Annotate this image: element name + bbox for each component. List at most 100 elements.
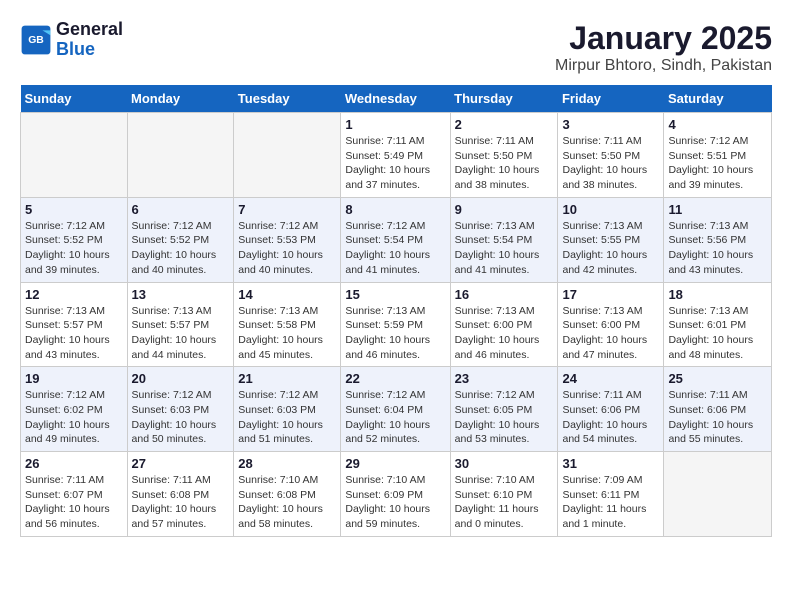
day-info: Sunrise: 7:12 AM Sunset: 6:05 PM Dayligh… xyxy=(455,388,554,447)
day-info: Sunrise: 7:11 AM Sunset: 6:08 PM Dayligh… xyxy=(132,473,230,532)
table-row: 31 Sunrise: 7:09 AM Sunset: 6:11 PM Dayli… xyxy=(558,452,664,537)
day-info: Sunrise: 7:11 AM Sunset: 5:49 PM Dayligh… xyxy=(345,134,445,193)
table-row: 2 Sunrise: 7:11 AM Sunset: 5:50 PM Daylig… xyxy=(450,113,558,198)
day-number: 24 xyxy=(562,371,659,386)
day-info: Sunrise: 7:13 AM Sunset: 5:54 PM Dayligh… xyxy=(455,219,554,278)
col-friday: Friday xyxy=(558,85,664,113)
day-info: Sunrise: 7:12 AM Sunset: 5:52 PM Dayligh… xyxy=(132,219,230,278)
day-info: Sunrise: 7:10 AM Sunset: 6:08 PM Dayligh… xyxy=(238,473,336,532)
day-info: Sunrise: 7:13 AM Sunset: 6:00 PM Dayligh… xyxy=(562,304,659,363)
day-number: 2 xyxy=(455,117,554,132)
day-info: Sunrise: 7:11 AM Sunset: 6:06 PM Dayligh… xyxy=(668,388,767,447)
page-title: January 2025 xyxy=(555,20,772,57)
day-info: Sunrise: 7:13 AM Sunset: 5:57 PM Dayligh… xyxy=(132,304,230,363)
col-tuesday: Tuesday xyxy=(234,85,341,113)
calendar-week-row: 12 Sunrise: 7:13 AM Sunset: 5:57 PM Dayli… xyxy=(21,282,772,367)
day-info: Sunrise: 7:13 AM Sunset: 5:55 PM Dayligh… xyxy=(562,219,659,278)
calendar-header-row: Sunday Monday Tuesday Wednesday Thursday… xyxy=(21,85,772,113)
table-row: 19 Sunrise: 7:12 AM Sunset: 6:02 PM Dayli… xyxy=(21,367,128,452)
day-info: Sunrise: 7:12 AM Sunset: 6:03 PM Dayligh… xyxy=(238,388,336,447)
table-row: 30Sunrise: 7:10 AM Sunset: 6:10 PM Dayli… xyxy=(450,452,558,537)
table-row: 3 Sunrise: 7:11 AM Sunset: 5:50 PM Daylig… xyxy=(558,113,664,198)
calendar-week-row: 1 Sunrise: 7:11 AM Sunset: 5:49 PM Daylig… xyxy=(21,113,772,198)
col-thursday: Thursday xyxy=(450,85,558,113)
day-number: 29 xyxy=(345,456,445,471)
day-number: 23 xyxy=(455,371,554,386)
table-row: 26Sunrise: 7:11 AM Sunset: 6:07 PM Dayli… xyxy=(21,452,128,537)
day-number: 11 xyxy=(668,202,767,217)
day-number: 14 xyxy=(238,287,336,302)
table-row: 17 Sunrise: 7:13 AM Sunset: 6:00 PM Dayli… xyxy=(558,282,664,367)
day-info: Sunrise: 7:13 AM Sunset: 5:58 PM Dayligh… xyxy=(238,304,336,363)
day-number: 28 xyxy=(238,456,336,471)
day-number: 1 xyxy=(345,117,445,132)
table-row: 28 Sunrise: 7:10 AM Sunset: 6:08 PM Dayli… xyxy=(234,452,341,537)
day-number: 9 xyxy=(455,202,554,217)
table-row: 15 Sunrise: 7:13 AM Sunset: 5:59 PM Dayli… xyxy=(341,282,450,367)
day-info: Sunrise: 7:13 AM Sunset: 5:56 PM Dayligh… xyxy=(668,219,767,278)
table-row: 11 Sunrise: 7:13 AM Sunset: 5:56 PM Dayli… xyxy=(664,197,772,282)
col-monday: Monday xyxy=(127,85,234,113)
day-number: 31 xyxy=(562,456,659,471)
day-number: 22 xyxy=(345,371,445,386)
day-info: Sunrise: 7:12 AM Sunset: 5:51 PM Dayligh… xyxy=(668,134,767,193)
day-info: Sunrise: 7:12 AM Sunset: 6:04 PM Dayligh… xyxy=(345,388,445,447)
table-row: 29Sunrise: 7:10 AM Sunset: 6:09 PM Dayli… xyxy=(341,452,450,537)
title-block: January 2025 Mirpur Bhtoro, Sindh, Pakis… xyxy=(555,20,772,75)
day-number: 15 xyxy=(345,287,445,302)
table-row: 5Sunrise: 7:12 AM Sunset: 5:52 PM Daylig… xyxy=(21,197,128,282)
day-number: 13 xyxy=(132,287,230,302)
col-sunday: Sunday xyxy=(21,85,128,113)
table-row: 13 Sunrise: 7:13 AM Sunset: 5:57 PM Dayli… xyxy=(127,282,234,367)
day-info: Sunrise: 7:12 AM Sunset: 6:02 PM Dayligh… xyxy=(25,388,123,447)
logo: GB General Blue xyxy=(20,20,123,60)
table-row: 22 Sunrise: 7:12 AM Sunset: 6:04 PM Dayli… xyxy=(341,367,450,452)
col-wednesday: Wednesday xyxy=(341,85,450,113)
col-saturday: Saturday xyxy=(664,85,772,113)
day-number: 27 xyxy=(132,456,230,471)
table-row: 4Sunrise: 7:12 AM Sunset: 5:51 PM Daylig… xyxy=(664,113,772,198)
table-row xyxy=(234,113,341,198)
calendar-week-row: 19 Sunrise: 7:12 AM Sunset: 6:02 PM Dayli… xyxy=(21,367,772,452)
table-row: 23 Sunrise: 7:12 AM Sunset: 6:05 PM Dayli… xyxy=(450,367,558,452)
day-number: 10 xyxy=(562,202,659,217)
day-number: 17 xyxy=(562,287,659,302)
table-row xyxy=(664,452,772,537)
table-row: 27 Sunrise: 7:11 AM Sunset: 6:08 PM Dayli… xyxy=(127,452,234,537)
day-info: Sunrise: 7:13 AM Sunset: 5:57 PM Dayligh… xyxy=(25,304,123,363)
day-info: Sunrise: 7:12 AM Sunset: 5:52 PM Dayligh… xyxy=(25,219,123,278)
table-row: 24 Sunrise: 7:11 AM Sunset: 6:06 PM Dayli… xyxy=(558,367,664,452)
day-info: Sunrise: 7:11 AM Sunset: 5:50 PM Dayligh… xyxy=(562,134,659,193)
table-row: 16Sunrise: 7:13 AM Sunset: 6:00 PM Dayli… xyxy=(450,282,558,367)
page-header: GB General Blue January 2025 Mirpur Bhto… xyxy=(20,20,772,75)
page-subtitle: Mirpur Bhtoro, Sindh, Pakistan xyxy=(555,57,772,75)
table-row: 6Sunrise: 7:12 AM Sunset: 5:52 PM Daylig… xyxy=(127,197,234,282)
calendar-week-row: 26Sunrise: 7:11 AM Sunset: 6:07 PM Dayli… xyxy=(21,452,772,537)
day-info: Sunrise: 7:12 AM Sunset: 6:03 PM Dayligh… xyxy=(132,388,230,447)
day-info: Sunrise: 7:11 AM Sunset: 5:50 PM Dayligh… xyxy=(455,134,554,193)
day-info: Sunrise: 7:13 AM Sunset: 5:59 PM Dayligh… xyxy=(345,304,445,363)
day-info: Sunrise: 7:11 AM Sunset: 6:06 PM Dayligh… xyxy=(562,388,659,447)
table-row: 18Sunrise: 7:13 AM Sunset: 6:01 PM Dayli… xyxy=(664,282,772,367)
logo-text: General Blue xyxy=(56,20,123,60)
calendar-week-row: 5Sunrise: 7:12 AM Sunset: 5:52 PM Daylig… xyxy=(21,197,772,282)
day-number: 3 xyxy=(562,117,659,132)
day-info: Sunrise: 7:10 AM Sunset: 6:10 PM Dayligh… xyxy=(455,473,554,532)
calendar-table: Sunday Monday Tuesday Wednesday Thursday… xyxy=(20,85,772,537)
table-row: 7Sunrise: 7:12 AM Sunset: 5:53 PM Daylig… xyxy=(234,197,341,282)
logo-icon: GB xyxy=(20,24,52,56)
table-row: 12 Sunrise: 7:13 AM Sunset: 5:57 PM Dayli… xyxy=(21,282,128,367)
logo-blue: Blue xyxy=(56,39,95,59)
table-row xyxy=(127,113,234,198)
table-row: 14 Sunrise: 7:13 AM Sunset: 5:58 PM Dayli… xyxy=(234,282,341,367)
logo-general: General xyxy=(56,19,123,39)
table-row: 9 Sunrise: 7:13 AM Sunset: 5:54 PM Daylig… xyxy=(450,197,558,282)
day-number: 21 xyxy=(238,371,336,386)
day-number: 25 xyxy=(668,371,767,386)
svg-text:GB: GB xyxy=(28,35,44,46)
day-number: 12 xyxy=(25,287,123,302)
table-row xyxy=(21,113,128,198)
day-number: 19 xyxy=(25,371,123,386)
day-info: Sunrise: 7:13 AM Sunset: 6:01 PM Dayligh… xyxy=(668,304,767,363)
day-info: Sunrise: 7:09 AM Sunset: 6:11 PM Dayligh… xyxy=(562,473,659,532)
